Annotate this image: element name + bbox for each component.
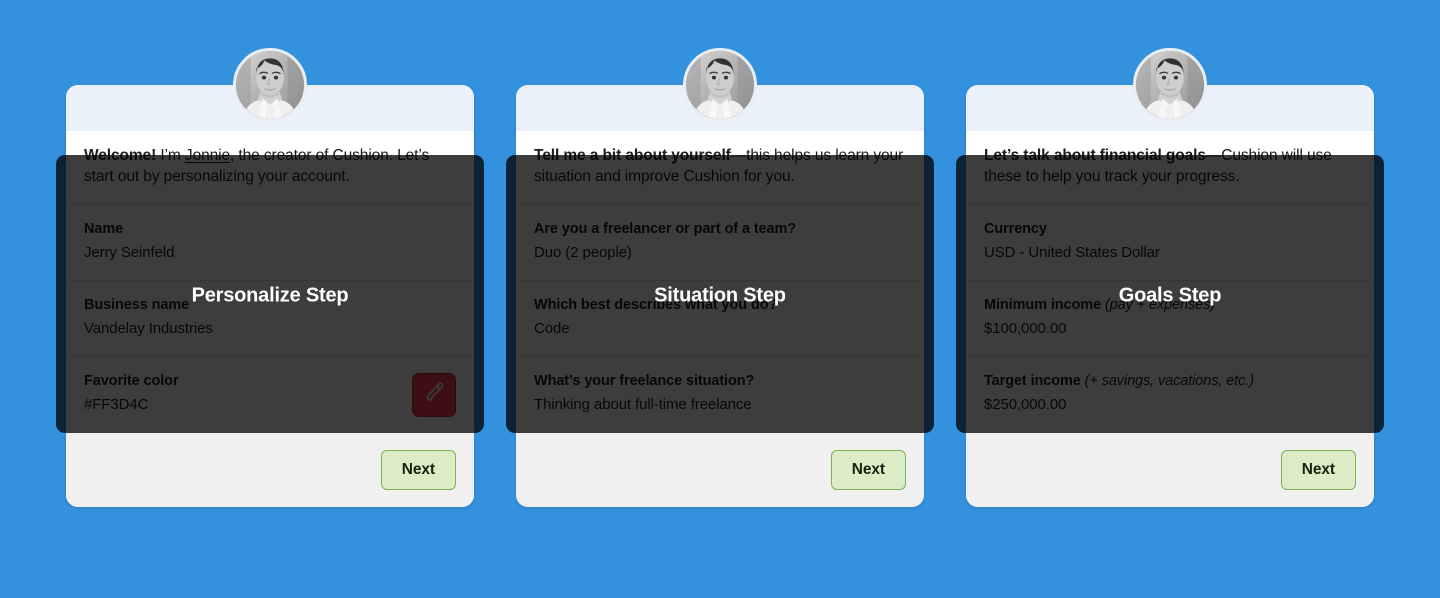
field-value: Vandelay Industries: [84, 319, 213, 337]
field-label-text: Are you a freelancer or part of a team?: [534, 220, 797, 237]
intro-row: Welcome! I’m Jonnie, the creator of Cush…: [66, 131, 474, 205]
field-value: $250,000.00: [984, 395, 1067, 413]
field-value: Thinking about full-time freelance: [534, 395, 752, 413]
next-button[interactable]: Next: [380, 449, 456, 490]
intro-pre-link-text: I’m: [156, 147, 185, 164]
field-label-text: Which best describes what you do?: [534, 296, 778, 313]
intro-creator-link[interactable]: Jonnie: [185, 147, 230, 164]
field-value: USD - United States Dollar: [984, 243, 1160, 261]
card-footer: Next: [516, 432, 924, 507]
field-label: Currency: [984, 221, 1356, 237]
field-label-text: Currency: [984, 220, 1047, 237]
intro-bold-text: Tell me a bit about yourself: [534, 147, 731, 164]
field-value: Duo (2 people): [534, 243, 632, 261]
field-label-text: Minimum income: [984, 296, 1102, 313]
intro-text: Tell me a bit about yourself—this helps …: [534, 145, 906, 188]
field-label: Target income (+ savings, vacations, etc…: [984, 373, 1356, 389]
intro-row: Tell me a bit about yourself—this helps …: [516, 131, 924, 205]
field-row: Target income (+ savings, vacations, etc…: [966, 357, 1374, 433]
field-label-hint: (+ savings, vacations, etc.): [1084, 372, 1254, 389]
next-button[interactable]: Next: [830, 449, 906, 490]
field-label: Which best describes what you do?: [534, 297, 906, 313]
jonnie-avatar: [683, 48, 757, 122]
card-body: Let’s talk about financial goals—Cushion…: [966, 131, 1374, 433]
field-row: What’s your freelance situation? Thinking…: [516, 357, 924, 433]
field-label: Are you a freelancer or part of a team?: [534, 221, 906, 237]
field-label-text: Target income: [984, 372, 1081, 389]
field-label: Minimum income (pay + expenses): [984, 297, 1356, 313]
intro-bold-text: Let’s talk about financial goals: [984, 147, 1206, 164]
intro-row: Let’s talk about financial goals—Cushion…: [966, 131, 1374, 205]
jonnie-avatar: [233, 48, 307, 122]
field-row: Currency USD - United States Dollar: [966, 205, 1374, 281]
field-label: Name: [84, 221, 456, 237]
field-value: Jerry Seinfeld: [84, 243, 175, 261]
card: Tell me a bit about yourself—this helps …: [516, 85, 924, 507]
field-row: Which best describes what you do? Code: [516, 281, 924, 357]
field-row: Business name Vandelay Industries: [66, 281, 474, 357]
field-label-text: Favorite color: [84, 372, 179, 389]
onboarding-card-3: Let’s talk about financial goals—Cushion…: [956, 48, 1384, 507]
onboarding-card-1: Welcome! I’m Jonnie, the creator of Cush…: [56, 48, 484, 507]
card-body: Welcome! I’m Jonnie, the creator of Cush…: [66, 131, 474, 433]
intro-text: Welcome! I’m Jonnie, the creator of Cush…: [84, 145, 456, 188]
field-value: #FF3D4C: [84, 395, 149, 413]
intro-bold-text: Welcome!: [84, 147, 157, 164]
field-label: What’s your freelance situation?: [534, 373, 906, 389]
color-swatch-button[interactable]: [412, 372, 456, 417]
card: Welcome! I’m Jonnie, the creator of Cush…: [66, 85, 474, 507]
card-footer: Next: [966, 432, 1374, 507]
jonnie-avatar: [1133, 48, 1207, 122]
field-row: Minimum income (pay + expenses) $100,000.…: [966, 281, 1374, 357]
field-value: $100,000.00: [984, 319, 1067, 337]
field-row: Favorite color #FF3D4C: [66, 357, 474, 433]
field-label: Favorite color: [84, 373, 456, 389]
field-label-text: What’s your freelance situation?: [534, 372, 755, 389]
onboarding-steps-stage: Welcome! I’m Jonnie, the creator of Cush…: [0, 0, 1440, 598]
field-row: Are you a freelancer or part of a team? D…: [516, 205, 924, 281]
field-label-text: Business name: [84, 296, 190, 313]
field-label: Business name: [84, 297, 456, 313]
card: Let’s talk about financial goals—Cushion…: [966, 85, 1374, 507]
field-row: Name Jerry Seinfeld: [66, 205, 474, 281]
intro-text: Let’s talk about financial goals—Cushion…: [984, 145, 1356, 188]
card-footer: Next: [66, 432, 474, 507]
onboarding-card-2: Tell me a bit about yourself—this helps …: [506, 48, 934, 507]
field-label-hint: (pay + expenses): [1104, 296, 1216, 313]
card-body: Tell me a bit about yourself—this helps …: [516, 131, 924, 433]
field-label-text: Name: [84, 220, 124, 237]
next-button[interactable]: Next: [1280, 449, 1356, 490]
eyedropper-icon: [423, 381, 445, 408]
field-value: Code: [534, 319, 570, 337]
